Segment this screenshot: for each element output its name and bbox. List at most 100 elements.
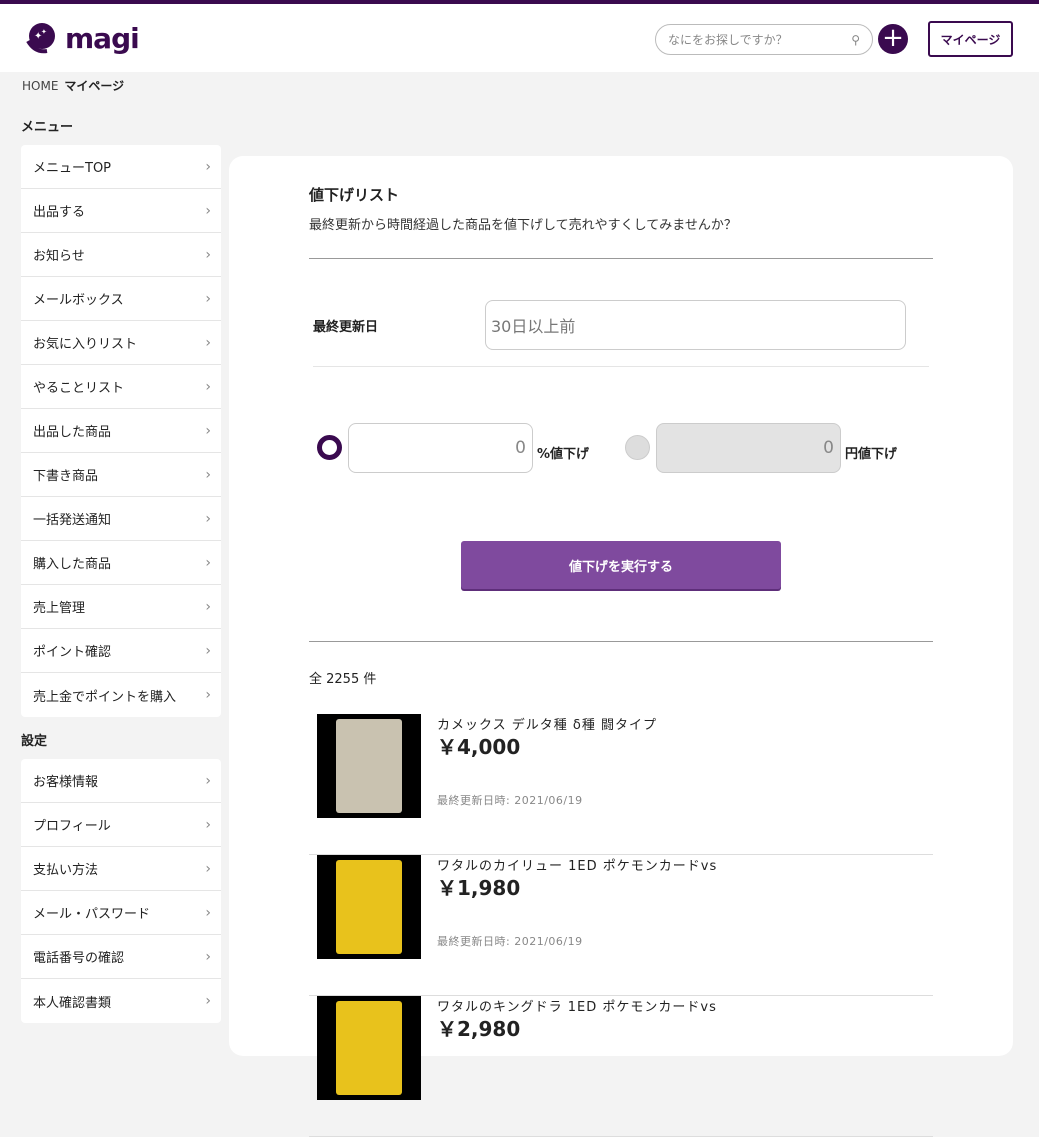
- chevron-right-icon: ›: [205, 860, 211, 877]
- sidebar-item[interactable]: ポイント確認 ›: [21, 629, 221, 673]
- sidebar-item-label: 購入した商品: [33, 557, 112, 572]
- sidebar-item-label: お気に入りリスト: [33, 337, 138, 352]
- sidebar-item[interactable]: 購入した商品 ›: [21, 541, 221, 585]
- execute-price-drop-button[interactable]: 値下げを実行する: [461, 541, 781, 589]
- add-listing-button[interactable]: +: [878, 24, 908, 54]
- chevron-right-icon: ›: [205, 422, 211, 439]
- card-image: [336, 860, 402, 954]
- card-image: [336, 1001, 402, 1095]
- item-price: ￥1,980: [437, 876, 521, 900]
- last-updated-label: 最終更新日: [313, 320, 379, 335]
- chevron-right-icon: ›: [205, 466, 211, 483]
- percent-input[interactable]: 0: [348, 423, 533, 473]
- chevron-right-icon: ›: [205, 554, 211, 571]
- settings-title: 設定: [21, 734, 48, 749]
- sidebar-item[interactable]: プロフィール ›: [21, 803, 221, 847]
- yen-label: 円値下げ: [845, 447, 898, 462]
- sidebar-item[interactable]: 売上管理 ›: [21, 585, 221, 629]
- sidebar-item[interactable]: 出品する ›: [21, 189, 221, 233]
- percent-label: %値下げ: [537, 447, 590, 462]
- item-thumbnail[interactable]: [317, 996, 421, 1100]
- sidebar-item-label: プロフィール: [33, 819, 111, 834]
- sidebar-item[interactable]: メニューTOP ›: [21, 145, 221, 189]
- sidebar-item-label: メールボックス: [33, 293, 124, 308]
- page-subtitle: 最終更新から時間経過した商品を値下げして売れやすくしてみませんか？: [309, 218, 737, 233]
- menu-title: メニュー: [21, 120, 74, 135]
- sidebar-item-label: メニューTOP: [33, 161, 112, 176]
- item-date: 最終更新日時: 2021/06/19: [437, 794, 583, 807]
- sidebar-item[interactable]: 下書き商品 ›: [21, 453, 221, 497]
- chevron-right-icon: ›: [205, 246, 211, 263]
- sidebar-item-label: ポイント確認: [33, 645, 112, 660]
- yen-radio[interactable]: [625, 435, 650, 460]
- divider: [309, 258, 933, 259]
- item-date: 最終更新日時: 2021/06/19: [437, 935, 583, 948]
- logo-text: magi: [65, 21, 140, 55]
- item-price: ￥4,000: [437, 735, 521, 759]
- sidebar-item[interactable]: 一括発送通知 ›: [21, 497, 221, 541]
- sidebar-item[interactable]: やることリスト ›: [21, 365, 221, 409]
- card-image: [336, 719, 402, 813]
- chevron-right-icon: ›: [205, 290, 211, 307]
- sidebar-item[interactable]: 電話番号の確認 ›: [21, 935, 221, 979]
- sidebar-item-label: 支払い方法: [33, 863, 99, 878]
- percent-radio[interactable]: [317, 435, 342, 460]
- sidebar-item[interactable]: お知らせ ›: [21, 233, 221, 277]
- sidebar-item-label: 本人確認書類: [33, 995, 112, 1011]
- chevron-right-icon: ›: [205, 816, 211, 833]
- chevron-right-icon: ›: [205, 378, 211, 395]
- sidebar-item-label: 電話番号の確認: [33, 951, 125, 966]
- sidebar-item-label: 下書き商品: [33, 469, 99, 484]
- breadcrumb-home[interactable]: HOME: [22, 79, 58, 93]
- chevron-right-icon: ›: [205, 993, 211, 1009]
- page-title: 値下げリスト: [309, 186, 400, 204]
- last-updated-select[interactable]: 30日以上前: [485, 300, 906, 350]
- yen-input[interactable]: 0: [656, 423, 841, 473]
- sidebar-item[interactable]: メールボックス ›: [21, 277, 221, 321]
- search-placeholder: なにをお探しですか？: [668, 33, 788, 47]
- divider: [313, 366, 929, 367]
- sidebar-item-label: 出品した商品: [33, 425, 112, 440]
- search-input[interactable]: なにをお探しですか？ ⚲: [655, 24, 873, 55]
- sidebar-item-label: お客様情報: [33, 775, 99, 790]
- sidebar-item[interactable]: 支払い方法 ›: [21, 847, 221, 891]
- list-item[interactable]: ワタルのカイリュー 1ED ポケモンカードvs ￥1,980 最終更新日時: 2…: [309, 855, 933, 996]
- chevron-right-icon: ›: [205, 904, 211, 921]
- list-item[interactable]: ワタルのキングドラ 1ED ポケモンカードvs ￥2,980: [309, 996, 933, 1137]
- sidebar-item-label: お知らせ: [33, 249, 85, 264]
- search-icon[interactable]: ⚲: [851, 33, 860, 47]
- sidebar-item-label: メール・パスワード: [33, 907, 151, 922]
- list-item[interactable]: カメックス デルタ種 δ種 闘タイプ ￥4,000 最終更新日時: 2021/0…: [309, 714, 933, 855]
- chevron-right-icon: ›: [205, 158, 211, 175]
- mypage-button[interactable]: マイページ: [928, 21, 1013, 57]
- chevron-right-icon: ›: [205, 334, 211, 351]
- item-price: ￥2,980: [437, 1017, 521, 1041]
- logo[interactable]: ✦ ✦ magi: [25, 21, 140, 55]
- sidebar-item-label: 出品する: [33, 205, 86, 220]
- chevron-right-icon: ›: [205, 642, 211, 659]
- item-count: 全 2255 件: [309, 672, 377, 687]
- sidebar-item-label: 売上金でポイントを購入: [33, 689, 177, 705]
- sidebar-item[interactable]: 出品した商品 ›: [21, 409, 221, 453]
- header: ✦ ✦ magi なにをお探しですか？ ⚲ + マイページ: [0, 4, 1039, 72]
- chevron-right-icon: ›: [205, 598, 211, 615]
- sidebar-item[interactable]: 売上金でポイントを購入 ›: [21, 673, 221, 717]
- sidebar-item[interactable]: お客様情報 ›: [21, 759, 221, 803]
- svg-text:✦: ✦: [41, 28, 47, 36]
- sidebar-item-label: 売上管理: [33, 601, 86, 616]
- sidebar-item[interactable]: メール・パスワード ›: [21, 891, 221, 935]
- magi-logo-icon: ✦✦: [26, 23, 55, 54]
- sidebar-item-label: やることリスト: [33, 381, 125, 396]
- sidebar-item[interactable]: お気に入りリスト ›: [21, 321, 221, 365]
- item-thumbnail[interactable]: [317, 855, 421, 959]
- chevron-right-icon: ›: [205, 687, 211, 703]
- chevron-right-icon: ›: [205, 948, 211, 965]
- breadcrumb-current: マイページ: [64, 79, 125, 93]
- sidebar-item[interactable]: 本人確認書類 ›: [21, 979, 221, 1023]
- chevron-right-icon: ›: [205, 772, 211, 789]
- chevron-right-icon: ›: [205, 510, 211, 527]
- item-thumbnail[interactable]: [317, 714, 421, 818]
- chevron-right-icon: ›: [205, 202, 211, 219]
- breadcrumb: HOME マイページ: [22, 77, 124, 94]
- main-card: 値下げリスト 最終更新から時間経過した商品を値下げして売れやすくしてみませんか？…: [229, 156, 1013, 1137]
